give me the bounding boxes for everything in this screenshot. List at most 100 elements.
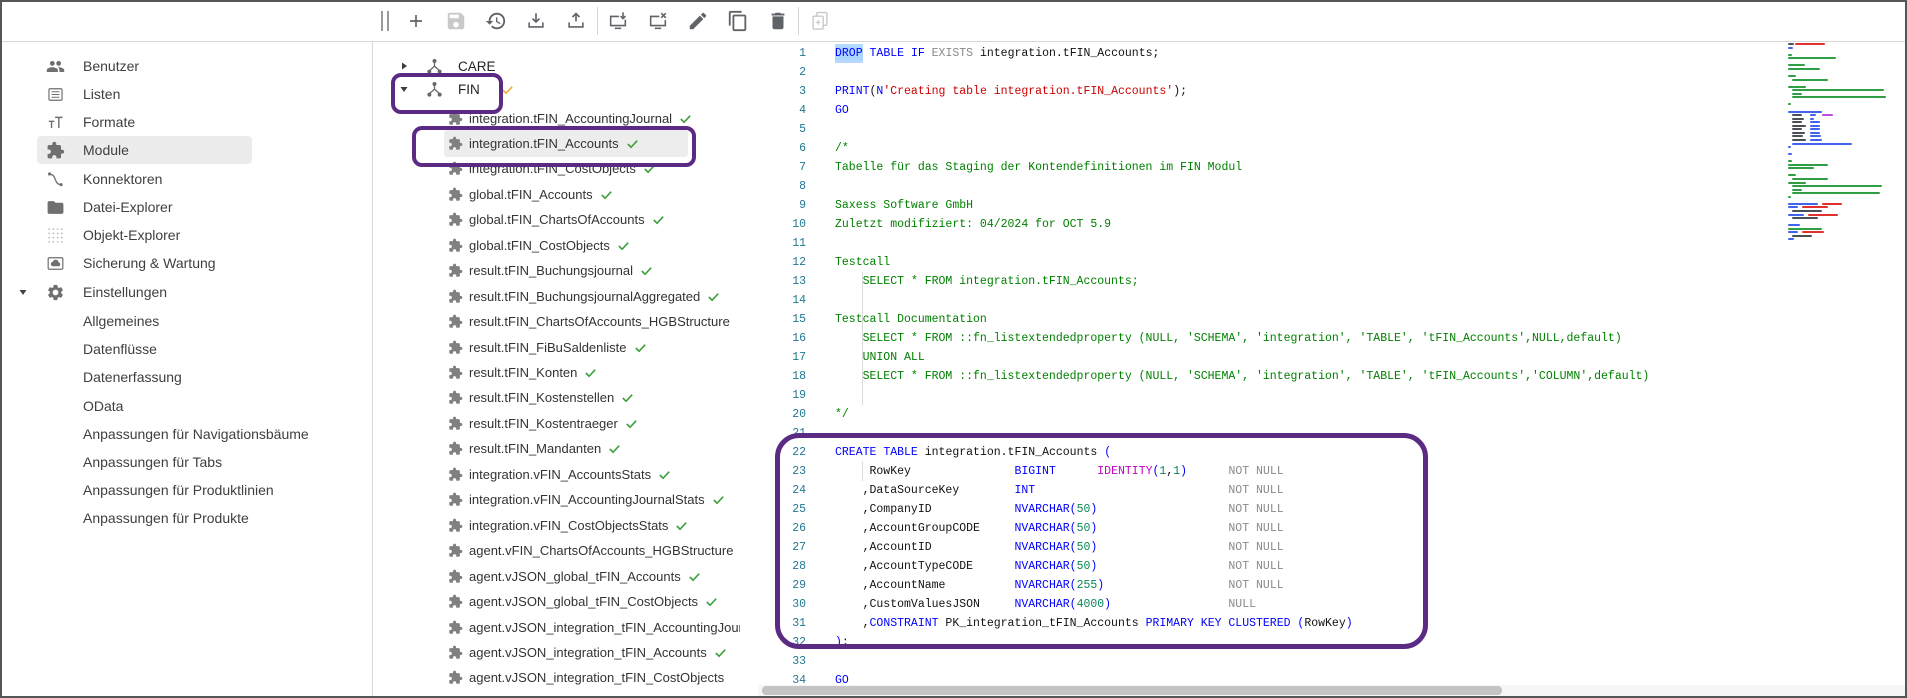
tree-item-label: result.tFIN_Konten bbox=[469, 365, 577, 380]
tree-item-agent-vjson-integration-tfin-accounts[interactable]: agent.vJSON_integration_tFIN_Accounts bbox=[448, 639, 728, 665]
puzzle-icon bbox=[448, 390, 463, 405]
code-line[interactable]: 13 SELECT * FROM integration.tFIN_Accoun… bbox=[758, 272, 1907, 291]
toolbar-button-delete[interactable] bbox=[761, 4, 795, 38]
code-line[interactable]: 9Saxess Software GmbH bbox=[758, 196, 1907, 215]
code-line[interactable]: 6/* bbox=[758, 139, 1907, 158]
toolbar-button-history[interactable] bbox=[479, 4, 513, 38]
code-line[interactable]: 17 UNION ALL bbox=[758, 348, 1907, 367]
code-line[interactable]: 15Testcall Documentation bbox=[758, 310, 1907, 329]
tree-item-integration-tfin-accounts[interactable]: integration.tFIN_Accounts bbox=[448, 130, 640, 156]
code-line[interactable]: 2 bbox=[758, 63, 1907, 82]
tree-item-result-tfin-konten[interactable]: result.tFIN_Konten bbox=[448, 360, 598, 386]
sidebar-item-datei-explorer[interactable]: Datei-Explorer bbox=[0, 193, 372, 221]
code-text: DROP TABLE IF EXISTS integration.tFIN_Ac… bbox=[835, 44, 1159, 63]
sidebar-item-objekt-explorer[interactable]: Objekt-Explorer bbox=[0, 221, 372, 249]
list-icon bbox=[46, 85, 65, 104]
sidebar-item-einstellungen[interactable]: Einstellungen bbox=[0, 278, 372, 306]
sidebar-item-module[interactable]: Module bbox=[0, 136, 372, 164]
toolbar-button-undeploy[interactable] bbox=[641, 4, 675, 38]
sidebar-subitem-datenerfassung[interactable]: Datenerfassung bbox=[0, 363, 372, 391]
minimap[interactable] bbox=[1788, 36, 1904, 266]
sidebar-subitem-anpassungen-für-produkte[interactable]: Anpassungen für Produkte bbox=[0, 504, 372, 532]
code-line[interactable]: 24 ,DataSourceKey INT NOT NULL bbox=[758, 481, 1907, 500]
tree-item-global-tfin-chartsofaccounts[interactable]: global.tFIN_ChartsOfAccounts bbox=[448, 207, 666, 233]
code-line[interactable]: 5 bbox=[758, 120, 1907, 139]
tree-item-result-tfin-buchungsjournal[interactable]: result.tFIN_Buchungsjournal bbox=[448, 258, 654, 284]
code-line[interactable]: 4GO bbox=[758, 101, 1907, 120]
code-line[interactable]: 14 bbox=[758, 291, 1907, 310]
tree-item-label: result.tFIN_FiBuSaldenliste bbox=[469, 340, 627, 355]
code-line[interactable]: 31 ,CONSTRAINT PK_integration_tFIN_Accou… bbox=[758, 614, 1907, 633]
tree-item-integration-vfin-accountingjournalstats[interactable]: integration.vFIN_AccountingJournalStats bbox=[448, 487, 726, 513]
code-line[interactable]: 18 SELECT * FROM ::fn_listextendedproper… bbox=[758, 367, 1907, 386]
code-text: ,CustomValuesJSON NVARCHAR(4000) NULL bbox=[835, 595, 1256, 614]
toolbar-button-import[interactable] bbox=[519, 4, 553, 38]
tree-node-fin[interactable]: FIN bbox=[373, 75, 757, 103]
chevron-down-icon[interactable] bbox=[17, 286, 29, 298]
sidebar-item-benutzer[interactable]: Benutzer bbox=[0, 52, 372, 80]
tree-item-result-tfin-buchungsjournalaggregated[interactable]: result.tFIN_BuchungsjournalAggregated bbox=[448, 283, 721, 309]
line-number: 6 bbox=[770, 139, 806, 158]
code-line[interactable]: 33 bbox=[758, 652, 1907, 671]
code-line[interactable]: 10Zuletzt modifiziert: 04/2024 for OCT 5… bbox=[758, 215, 1907, 234]
tree-item-integration-tfin-accountingjournal[interactable]: integration.tFIN_AccountingJournal bbox=[448, 105, 693, 131]
code-line[interactable]: 20*/ bbox=[758, 405, 1907, 424]
sidebar-item-sicherung-wartung[interactable]: Sicherung & Wartung bbox=[0, 249, 372, 277]
code-line[interactable]: 8 bbox=[758, 177, 1907, 196]
code-line[interactable]: 26 ,AccountGroupCODE NVARCHAR(50) NOT NU… bbox=[758, 519, 1907, 538]
tree-item-integration-vfin-accountsstats[interactable]: integration.vFIN_AccountsStats bbox=[448, 461, 672, 487]
code-line[interactable]: 29 ,AccountName NVARCHAR(255) NOT NULL bbox=[758, 576, 1907, 595]
chevron-right-icon[interactable] bbox=[398, 60, 410, 72]
tree-item-integration-vfin-costobjectsstats[interactable]: integration.vFIN_CostObjectsStats bbox=[448, 512, 689, 538]
sidebar-item-formate[interactable]: Formate bbox=[0, 108, 372, 136]
tree-item-result-tfin-mandanten[interactable]: result.tFIN_Mandanten bbox=[448, 436, 622, 462]
code-line[interactable]: 21 bbox=[758, 424, 1907, 443]
code-line[interactable]: 22CREATE TABLE integration.tFIN_Accounts… bbox=[758, 443, 1907, 462]
sql-editor[interactable]: 1DROP TABLE IF EXISTS integration.tFIN_A… bbox=[758, 42, 1907, 698]
tree-item-result-tfin-chartsofaccounts-hgbstructure[interactable]: result.tFIN_ChartsOfAccounts_HGBStructur… bbox=[448, 309, 730, 335]
tree-item-agent-vjson-integration-tfin-costobjects[interactable]: agent.vJSON_integration_tFIN_CostObjects bbox=[448, 665, 724, 691]
tree-item-result-tfin-kostentraeger[interactable]: result.tFIN_Kostentraeger bbox=[448, 410, 639, 436]
puzzle-icon bbox=[448, 289, 463, 304]
tree-item-integration-tfin-costobjects[interactable]: integration.tFIN_CostObjects bbox=[448, 156, 657, 182]
tree-item-global-tfin-costobjects[interactable]: global.tFIN_CostObjects bbox=[448, 232, 631, 258]
horizontal-scrollbar[interactable] bbox=[758, 685, 1905, 696]
sidebar-subitem-odata[interactable]: OData bbox=[0, 392, 372, 420]
code-line[interactable]: 25 ,CompanyID NVARCHAR(50) NOT NULL bbox=[758, 500, 1907, 519]
sidebar-subitem-anpassungen-für-produktlinien[interactable]: Anpassungen für Produktlinien bbox=[0, 476, 372, 504]
code-line[interactable]: 7Tabelle für das Staging der Kontendefin… bbox=[758, 158, 1907, 177]
code-line[interactable]: 16 SELECT * FROM ::fn_listextendedproper… bbox=[758, 329, 1907, 348]
tree-item-result-tfin-kostenstellen[interactable]: result.tFIN_Kostenstellen bbox=[448, 385, 635, 411]
sidebar-subitem-anpassungen-für-navigationsbäume[interactable]: Anpassungen für Navigationsbäume bbox=[0, 420, 372, 448]
toolbar-button-copy[interactable] bbox=[721, 4, 755, 38]
tree-item-agent-vjson-global-tfin-accounts[interactable]: agent.vJSON_global_tFIN_Accounts bbox=[448, 563, 702, 589]
sidebar-subitem-anpassungen-für-tabs[interactable]: Anpassungen für Tabs bbox=[0, 448, 372, 476]
code-line[interactable]: 11 bbox=[758, 234, 1907, 253]
toolbar-button-edit[interactable] bbox=[681, 4, 715, 38]
code-line[interactable]: 30 ,CustomValuesJSON NVARCHAR(4000) NULL bbox=[758, 595, 1907, 614]
sidebar-subitem-allgemeines[interactable]: Allgemeines bbox=[0, 307, 372, 335]
toolbar-button-export[interactable] bbox=[559, 4, 593, 38]
toolbar-button-deploy[interactable] bbox=[601, 4, 635, 38]
splitter-handle-icon[interactable] bbox=[381, 11, 391, 31]
horizontal-scrollbar-thumb[interactable] bbox=[762, 686, 1502, 695]
tree-item-agent-vfin-chartsofaccounts-hgbstructure[interactable]: agent.vFIN_ChartsOfAccounts_HGBStructure bbox=[448, 538, 733, 564]
code-line[interactable]: 3PRINT(N'Creating table integration.tFIN… bbox=[758, 82, 1907, 101]
tree-item-result-tfin-fibusaldenliste[interactable]: result.tFIN_FiBuSaldenliste bbox=[448, 334, 648, 360]
folder-icon bbox=[46, 198, 65, 217]
code-line[interactable]: 19 bbox=[758, 386, 1907, 405]
code-line[interactable]: 23 RowKey BIGINT IDENTITY(1,1) NOT NULL bbox=[758, 462, 1907, 481]
code-line[interactable]: 1DROP TABLE IF EXISTS integration.tFIN_A… bbox=[758, 44, 1907, 63]
code-line[interactable]: 27 ,AccountID NVARCHAR(50) NOT NULL bbox=[758, 538, 1907, 557]
tree-item-global-tfin-accounts[interactable]: global.tFIN_Accounts bbox=[448, 181, 614, 207]
sidebar-subitem-datenflüsse[interactable]: Datenflüsse bbox=[0, 335, 372, 363]
code-line[interactable]: 32); bbox=[758, 633, 1907, 652]
code-line[interactable]: 12Testcall bbox=[758, 253, 1907, 272]
toolbar-button-add[interactable] bbox=[399, 4, 433, 38]
sidebar-item-listen[interactable]: Listen bbox=[0, 80, 372, 108]
tree-item-agent-vjson-global-tfin-costobjects[interactable]: agent.vJSON_global_tFIN_CostObjects bbox=[448, 589, 719, 615]
tree-item-agent-vjson-integration-tfin-accountingjournal[interactable]: agent.vJSON_integration_tFIN_AccountingJ… bbox=[448, 614, 740, 640]
code-line[interactable]: 28 ,AccountTypeCODE NVARCHAR(50) NOT NUL… bbox=[758, 557, 1907, 576]
sidebar-item-konnektoren[interactable]: Konnektoren bbox=[0, 165, 372, 193]
chevron-down-icon[interactable] bbox=[398, 83, 410, 95]
